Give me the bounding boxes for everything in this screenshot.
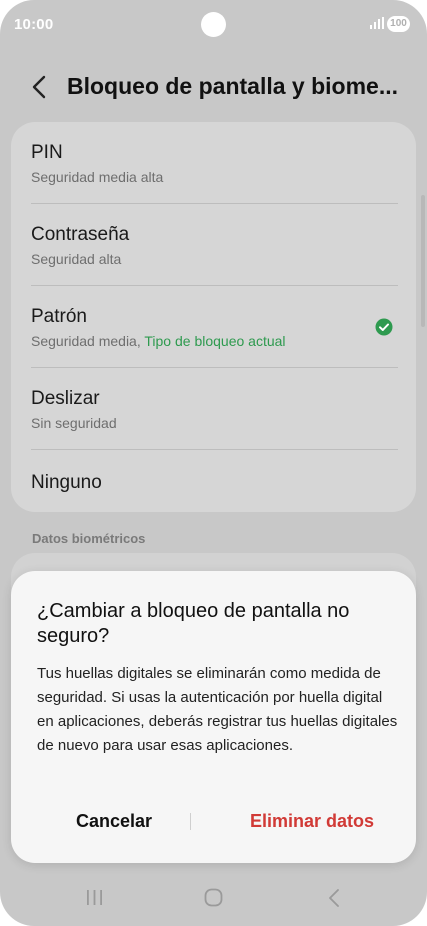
option-name: Patrón — [31, 306, 87, 327]
dialog-message: Tus huellas digitales se eliminarán como… — [37, 665, 398, 754]
recents-icon[interactable] — [86, 889, 103, 906]
battery-indicator: 100 — [387, 16, 410, 32]
camera-cutout — [201, 12, 226, 37]
option-name: Contraseña — [31, 224, 130, 245]
option-name: PIN — [31, 142, 63, 163]
status-time: 10:00 — [14, 16, 54, 33]
option-description-text: Seguridad media, — [31, 333, 145, 349]
nav-back-icon[interactable] — [327, 888, 341, 908]
option-name: Ninguno — [31, 472, 102, 493]
current-lock-label: Tipo de bloqueo actual — [144, 333, 286, 349]
option-description: Seguridad alta — [31, 251, 122, 267]
confirm-dialog: ¿Cambiar a bloqueo de pantalla no seguro… — [11, 571, 416, 863]
home-icon[interactable] — [204, 888, 223, 907]
option-password[interactable]: Contraseña Seguridad alta — [11, 204, 416, 286]
navigation-bar — [0, 872, 427, 926]
dialog-buttons: Cancelar Eliminar datos — [11, 803, 416, 839]
status-bar: 10:00 100 — [0, 0, 427, 48]
back-arrow-icon[interactable] — [28, 74, 50, 100]
scrollbar[interactable] — [421, 195, 425, 327]
biometrics-section-label: Datos biométricos — [32, 531, 146, 546]
option-name: Deslizar — [31, 388, 100, 409]
signal-icon — [370, 17, 384, 29]
option-description: Sin seguridad — [31, 415, 117, 431]
option-description: Seguridad media, Tipo de bloqueo actual — [31, 333, 286, 349]
page-title: Bloqueo de pantalla y biome... — [67, 73, 398, 99]
phone-screen: 10:00 100 Bloqueo de pantalla y biome...… — [0, 0, 427, 926]
button-divider — [190, 813, 191, 830]
option-pattern[interactable]: Patrón Seguridad media, Tipo de bloqueo … — [11, 286, 416, 368]
lock-options-card: PIN Seguridad media alta Contraseña Segu… — [11, 122, 416, 512]
option-description: Seguridad media alta — [31, 169, 164, 185]
dialog-title: ¿Cambiar a bloqueo de pantalla no seguro… — [37, 600, 350, 647]
option-pin[interactable]: PIN Seguridad media alta — [11, 122, 416, 204]
cancel-button[interactable]: Cancelar — [23, 803, 205, 839]
option-swipe[interactable]: Deslizar Sin seguridad — [11, 368, 416, 450]
option-none[interactable]: Ninguno — [11, 450, 416, 532]
check-circle-icon — [375, 318, 393, 336]
delete-data-button[interactable]: Eliminar datos — [221, 803, 403, 839]
app-header: Bloqueo de pantalla y biome... — [0, 60, 427, 116]
